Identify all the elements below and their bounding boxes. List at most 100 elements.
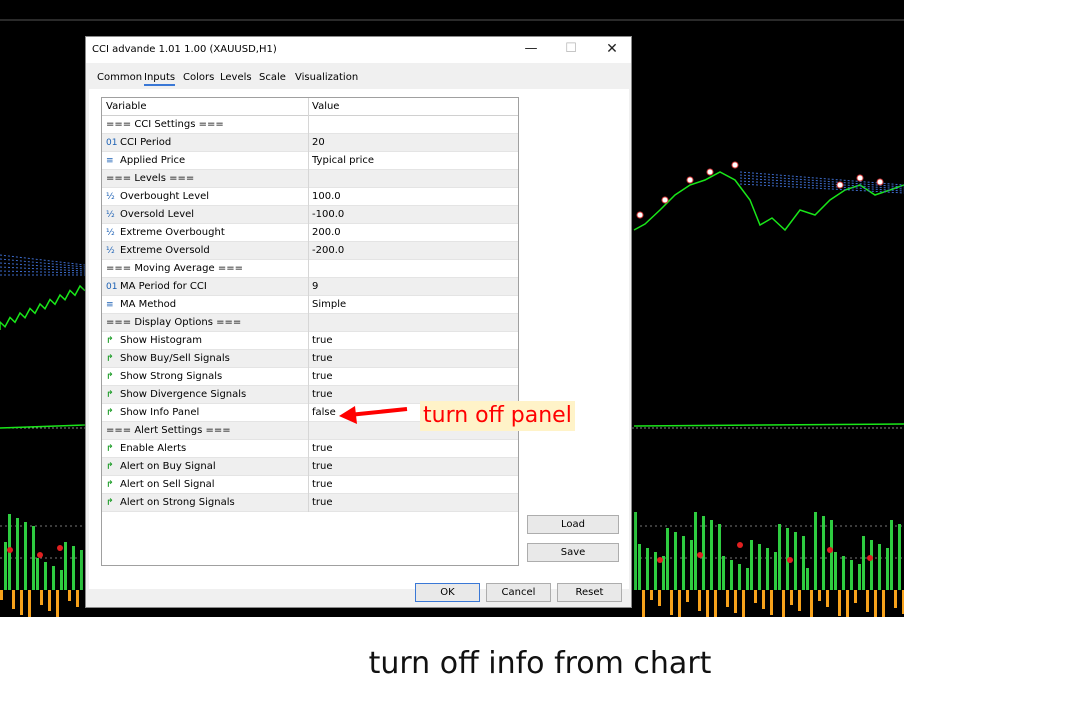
parameter-value[interactable]: Simple (312, 296, 516, 314)
image-caption: turn off info from chart (368, 646, 712, 681)
parameter-label: === Display Options === (106, 317, 242, 328)
parameter-value[interactable]: Typical price (312, 152, 516, 170)
table-row[interactable]: ↱ Alert on Sell Signal true (102, 476, 518, 494)
tab-inputs[interactable]: Inputs (144, 72, 176, 86)
parameter-value[interactable]: true (312, 350, 516, 368)
histogram-bar (722, 556, 725, 590)
histogram-bar (794, 532, 797, 590)
column-header-variable: Variable (106, 101, 147, 112)
parameter-value[interactable]: -200.0 (312, 242, 516, 260)
histogram-bar (830, 520, 833, 590)
parameter-label: Enable Alerts (120, 443, 187, 454)
parameter-value[interactable]: true (312, 494, 516, 512)
parameter-name: ↱ Alert on Sell Signal (106, 476, 306, 494)
table-row[interactable]: 01 MA Period for CCI 9 (102, 278, 518, 296)
parameter-label: Show Buy/Sell Signals (120, 353, 230, 364)
histogram-bar (714, 590, 717, 617)
histogram-bar (846, 590, 849, 617)
tab-common[interactable]: Common (97, 72, 142, 83)
parameter-value[interactable]: 100.0 (312, 188, 516, 206)
tab-visualization[interactable]: Visualization (295, 72, 358, 83)
histogram-bar (802, 536, 805, 590)
histogram-bar (834, 552, 837, 590)
parameter-name: === Moving Average === (106, 260, 306, 278)
parameter-value[interactable]: true (312, 476, 516, 494)
histogram-bar (858, 564, 861, 590)
parameter-value[interactable] (312, 170, 516, 188)
close-icon[interactable]: ✕ (592, 37, 632, 63)
table-row[interactable]: ½ Overbought Level 100.0 (102, 188, 518, 206)
parameter-value[interactable]: -100.0 (312, 206, 516, 224)
table-row[interactable]: ½ Oversold Level -100.0 (102, 206, 518, 224)
signal-marker (706, 168, 714, 176)
cancel-button[interactable]: Cancel (486, 583, 551, 602)
histogram-bar (694, 512, 697, 590)
parameter-label: Overbought Level (120, 191, 210, 202)
table-row[interactable]: ↱ Alert on Buy Signal true (102, 458, 518, 476)
histogram-bar (68, 590, 71, 601)
bool-type-icon: ↱ (106, 444, 114, 454)
tab-scale[interactable]: Scale (259, 72, 286, 83)
histogram-bar (0, 590, 3, 600)
parameter-value[interactable] (312, 314, 516, 332)
parameter-name: === Display Options === (106, 314, 306, 332)
bool-type-icon: ↱ (106, 354, 114, 364)
parameter-value[interactable]: 9 (312, 278, 516, 296)
reset-button[interactable]: Reset (557, 583, 622, 602)
parameter-value[interactable] (312, 116, 516, 134)
indicator-line-right (633, 423, 904, 427)
histogram-bar (650, 590, 653, 600)
histogram-bar (52, 566, 55, 590)
bool-type-icon: ↱ (106, 372, 114, 382)
histogram-bar (698, 590, 701, 611)
tab-levels[interactable]: Levels (220, 72, 252, 83)
table-row[interactable]: ≡ MA Method Simple (102, 296, 518, 314)
histogram-bar (826, 590, 829, 607)
parameter-value[interactable]: true (312, 332, 516, 350)
histogram-bar (750, 540, 753, 590)
parameter-value[interactable]: 200.0 (312, 224, 516, 242)
dialog-titlebar[interactable]: CCI advande 1.01 1.00 (XAUUSD,H1) — ☐ ✕ (86, 37, 631, 63)
tab-colors[interactable]: Colors (183, 72, 214, 83)
table-row[interactable]: === CCI Settings === (102, 116, 518, 134)
histogram-bar (766, 548, 769, 590)
parameter-value[interactable]: true (312, 440, 516, 458)
annotation-arrow-icon (339, 406, 408, 424)
table-row[interactable]: === Levels === (102, 170, 518, 188)
table-row[interactable]: === Moving Average === (102, 260, 518, 278)
column-header-value: Value (312, 101, 340, 112)
sell-signal-dot (737, 542, 743, 548)
table-row[interactable]: ↱ Show Buy/Sell Signals true (102, 350, 518, 368)
parameter-value[interactable]: true (312, 368, 516, 386)
histogram-bar (16, 518, 19, 590)
table-row[interactable]: ½ Extreme Overbought 200.0 (102, 224, 518, 242)
table-row[interactable]: 01 CCI Period 20 (102, 134, 518, 152)
parameter-value[interactable]: 20 (312, 134, 516, 152)
table-row[interactable]: ↱ Enable Alerts true (102, 440, 518, 458)
save-button[interactable]: Save (527, 543, 619, 562)
parameter-label: Applied Price (120, 155, 186, 166)
parameter-label: === CCI Settings === (106, 119, 224, 130)
histogram-bar (634, 512, 637, 590)
table-row[interactable]: ≡ Applied Price Typical price (102, 152, 518, 170)
histogram-bar (702, 516, 705, 590)
histogram-bar (854, 590, 857, 603)
table-row[interactable]: ½ Extreme Oversold -200.0 (102, 242, 518, 260)
table-row[interactable]: ↱ Alert on Strong Signals true (102, 494, 518, 512)
histogram-bar (734, 590, 737, 613)
table-row[interactable]: ↱ Show Histogram true (102, 332, 518, 350)
parameter-name: ↱ Enable Alerts (106, 440, 306, 458)
table-row[interactable]: === Display Options === (102, 314, 518, 332)
histogram-bar (754, 590, 757, 603)
maximize-icon[interactable]: ☐ (551, 37, 591, 63)
sell-signal-dot (37, 552, 43, 558)
parameter-value[interactable] (312, 260, 516, 278)
load-button[interactable]: Load (527, 515, 619, 534)
histogram-bar (28, 590, 31, 617)
histogram-bar (718, 524, 721, 590)
ok-button[interactable]: OK (415, 583, 480, 602)
histogram-bar (838, 590, 841, 616)
parameter-value[interactable]: true (312, 458, 516, 476)
table-row[interactable]: ↱ Show Strong Signals true (102, 368, 518, 386)
minimize-icon[interactable]: — (511, 37, 551, 63)
